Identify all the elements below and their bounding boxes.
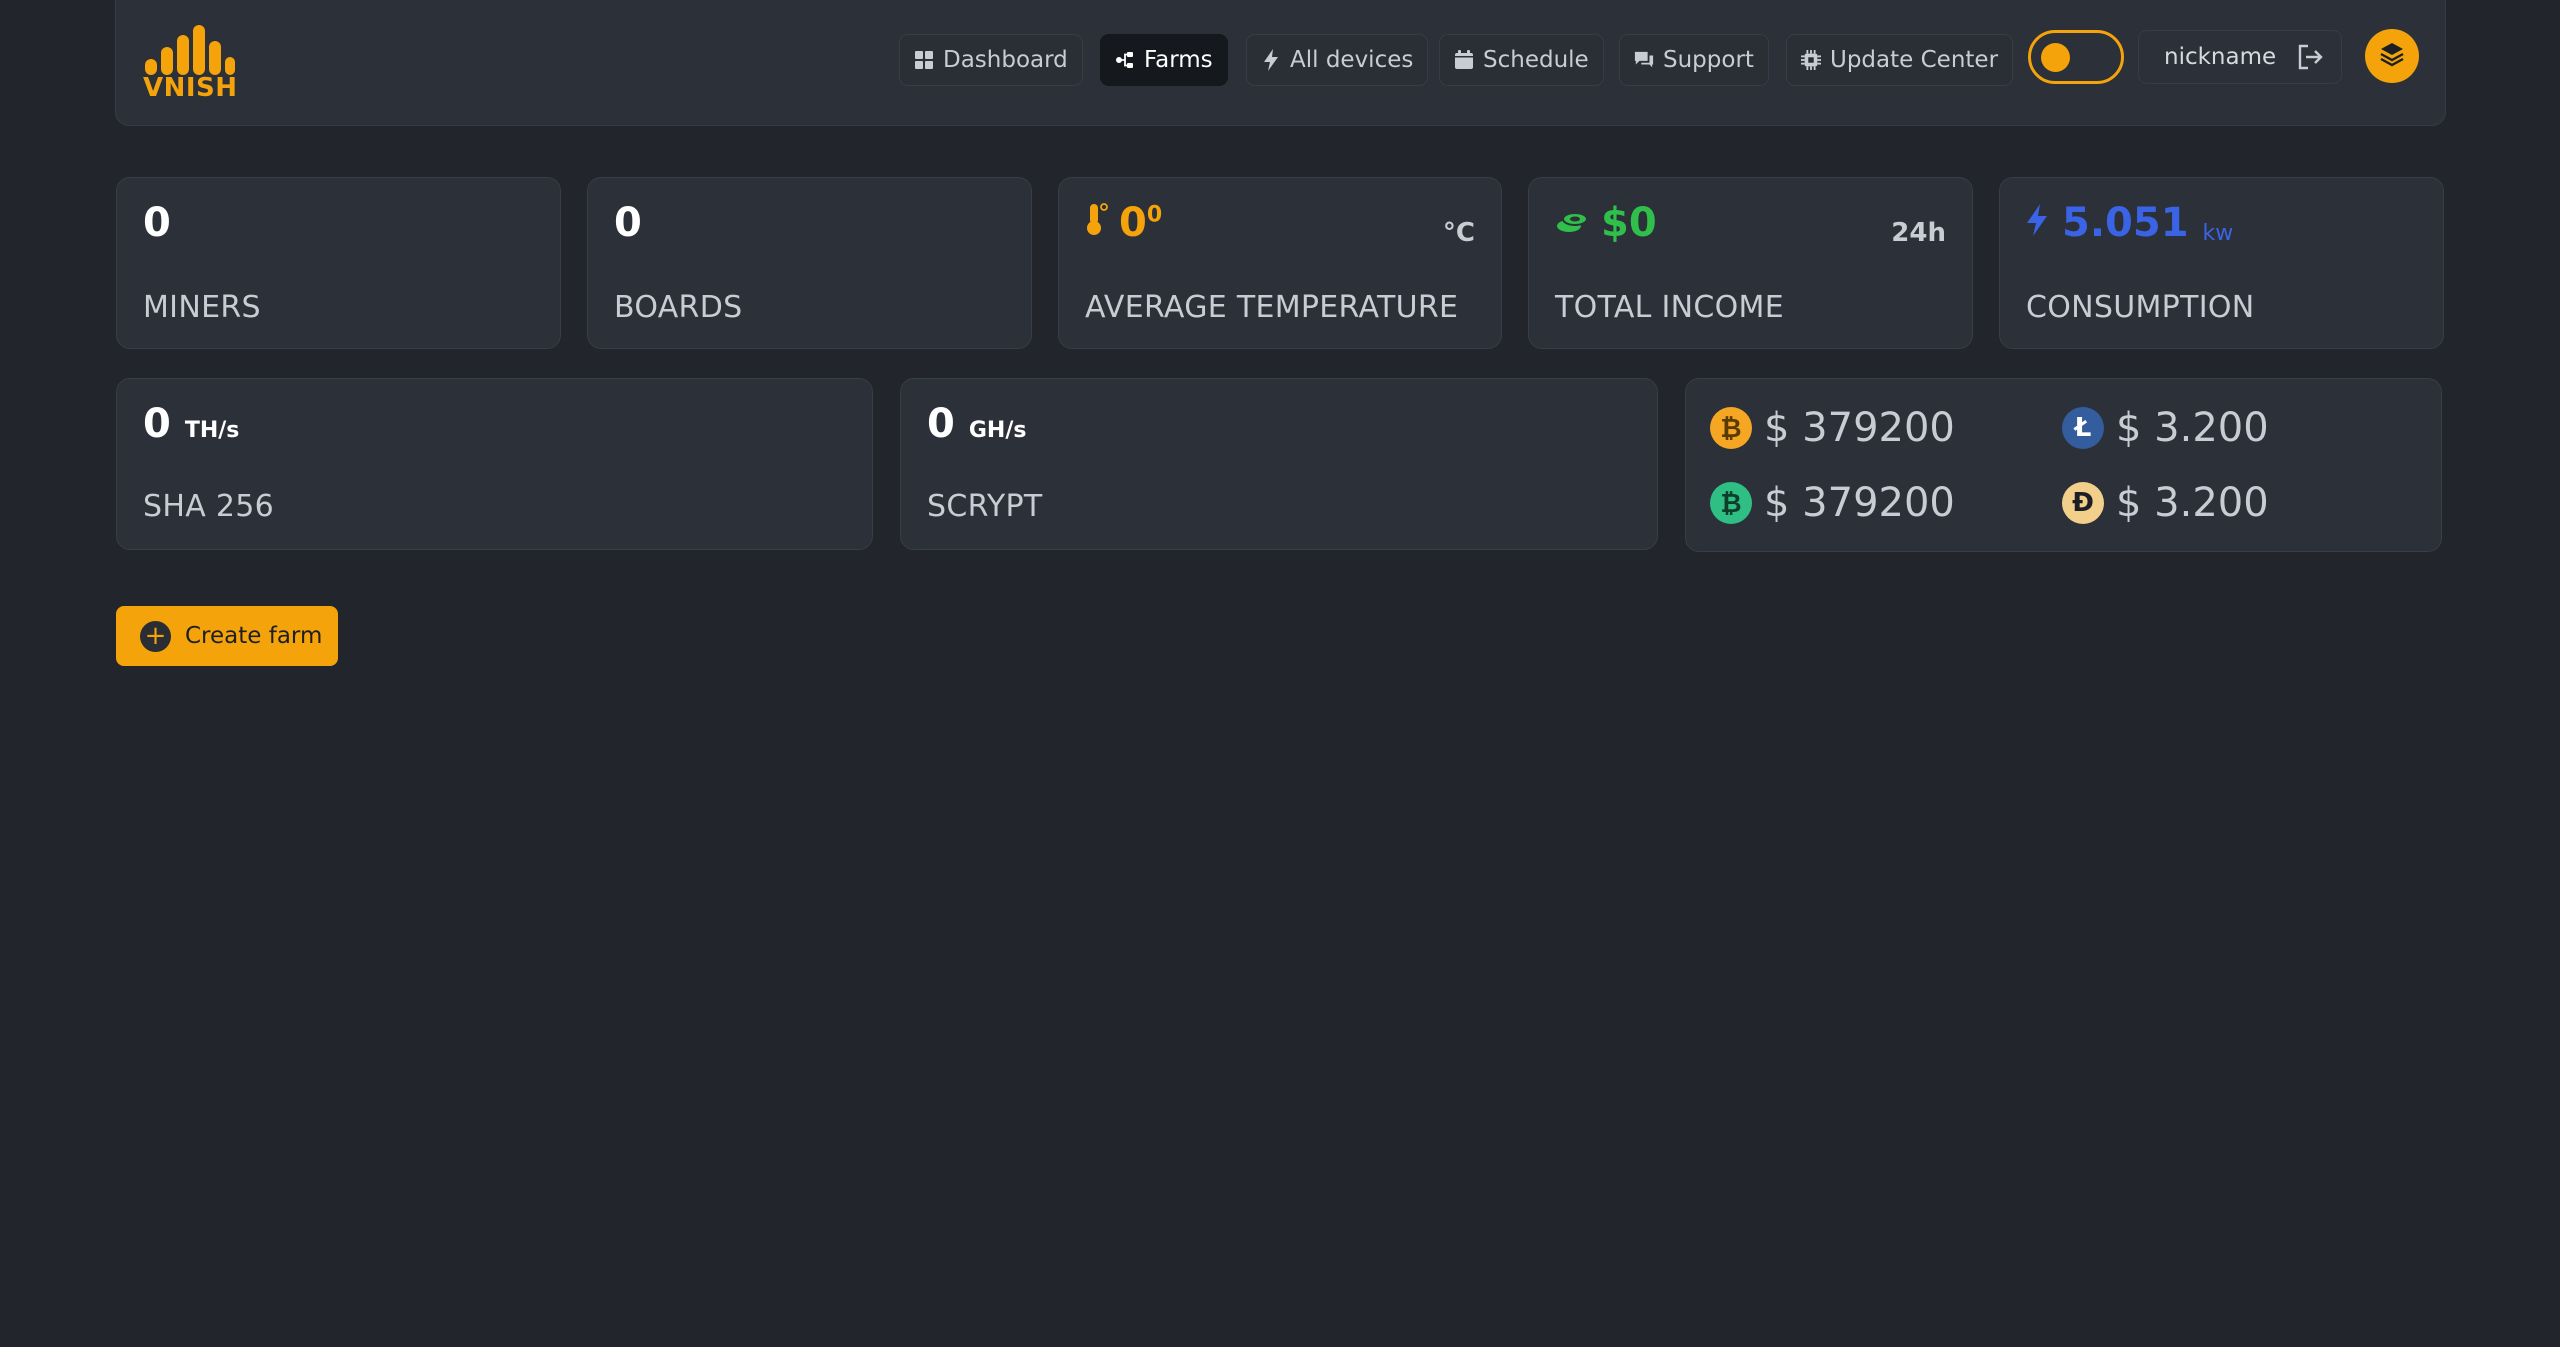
grid-icon bbox=[914, 50, 934, 70]
calendar-icon bbox=[1454, 50, 1474, 70]
scrypt-value: 0 bbox=[927, 401, 955, 447]
logout-icon[interactable] bbox=[2296, 43, 2324, 71]
temperature-label: AVERAGE TEMPERATURE bbox=[1085, 290, 1459, 325]
boards-count: 0 bbox=[614, 200, 642, 246]
nav-label: Schedule bbox=[1483, 47, 1589, 73]
consumption-value: 5.051 bbox=[2062, 200, 2189, 246]
nav-all-devices[interactable]: All devices bbox=[1246, 34, 1429, 86]
user-menu: nickname bbox=[2138, 30, 2342, 84]
chip-icon bbox=[1801, 50, 1821, 70]
nav-label: Update Center bbox=[1830, 47, 1999, 73]
toggle-knob bbox=[2041, 43, 2070, 72]
miners-label: MINERS bbox=[143, 290, 261, 325]
price-value: $ 379200 bbox=[1764, 480, 1955, 526]
sha256-unit: TH/s bbox=[184, 418, 240, 443]
sha256-value-group: 0 TH/s bbox=[143, 401, 239, 447]
temperature-sup: 0 bbox=[1146, 202, 1163, 228]
money-icon bbox=[1555, 200, 1589, 246]
nav-label: Dashboard bbox=[943, 47, 1068, 73]
temperature-card: 00 °C AVERAGE TEMPERATURE bbox=[1058, 177, 1502, 349]
top-navigation-bar: VNISH Dashboard Farms All devices Schedu… bbox=[115, 0, 2446, 126]
boards-card: 0 BOARDS bbox=[587, 177, 1032, 349]
price-value: $ 379200 bbox=[1764, 405, 1955, 451]
scrypt-value-group: 0 GH/s bbox=[927, 401, 1026, 447]
nav-label: Farms bbox=[1144, 47, 1213, 73]
price-value: $ 3.200 bbox=[2116, 405, 2269, 451]
sha256-label: SHA 256 bbox=[143, 489, 275, 524]
scrypt-unit: GH/s bbox=[968, 418, 1027, 443]
consumption-unit: kw bbox=[2202, 220, 2234, 246]
income-period: 24h bbox=[1891, 218, 1946, 248]
thermometer-icon bbox=[1085, 200, 1109, 246]
price-bitcoin-cash: ₿ $ 379200 bbox=[1710, 480, 1955, 526]
nav-update-center[interactable]: Update Center bbox=[1786, 34, 2014, 86]
price-bitcoin: ₿ $ 379200 bbox=[1710, 405, 1955, 451]
temperature-value: 0 bbox=[1119, 200, 1147, 246]
lightning-icon bbox=[2026, 200, 2048, 246]
temperature-unit: °C bbox=[1442, 218, 1475, 248]
nav-schedule[interactable]: Schedule bbox=[1439, 34, 1604, 86]
price-litecoin: Ł $ 3.200 bbox=[2062, 405, 2269, 451]
nav-support[interactable]: Support bbox=[1619, 34, 1769, 86]
consumption-value-group: 5.051 kw bbox=[2026, 200, 2233, 246]
vnish-logo[interactable]: VNISH bbox=[143, 23, 238, 103]
income-value-group: $0 bbox=[1555, 200, 1657, 246]
nav-label: All devices bbox=[1290, 47, 1414, 73]
boards-label: BOARDS bbox=[614, 290, 743, 325]
sha256-value: 0 bbox=[143, 401, 171, 447]
theme-toggle[interactable] bbox=[2028, 30, 2124, 84]
create-farm-label: Create farm bbox=[185, 623, 323, 649]
miners-card: 0 MINERS bbox=[116, 177, 561, 349]
scrypt-label: SCRYPT bbox=[927, 489, 1043, 524]
miners-count: 0 bbox=[143, 200, 171, 246]
sha256-card: 0 TH/s SHA 256 bbox=[116, 378, 873, 550]
dogecoin-icon: Ð bbox=[2062, 482, 2104, 524]
logo-mark-icon bbox=[145, 25, 235, 75]
income-value: $0 bbox=[1601, 200, 1657, 246]
chat-icon bbox=[1634, 50, 1654, 70]
plus-icon: + bbox=[140, 620, 171, 652]
price-dogecoin: Ð $ 3.200 bbox=[2062, 480, 2269, 526]
income-label: TOTAL INCOME bbox=[1555, 290, 1784, 325]
consumption-card: 5.051 kw CONSUMPTION bbox=[1999, 177, 2444, 349]
network-icon bbox=[1115, 50, 1135, 70]
scrypt-card: 0 GH/s SCRYPT bbox=[900, 378, 1658, 550]
layers-icon bbox=[2379, 41, 2405, 71]
layers-button[interactable] bbox=[2365, 29, 2419, 83]
nav-farms[interactable]: Farms bbox=[1100, 34, 1228, 86]
create-farm-button[interactable]: + Create farm bbox=[116, 606, 338, 666]
nav-dashboard[interactable]: Dashboard bbox=[899, 34, 1083, 86]
bolt-icon bbox=[1261, 49, 1281, 71]
nav-label: Support bbox=[1663, 47, 1754, 73]
bitcoin-icon: ₿ bbox=[1710, 407, 1752, 449]
income-card: $0 24h TOTAL INCOME bbox=[1528, 177, 1973, 349]
bitcoin-cash-icon: ₿ bbox=[1710, 482, 1752, 524]
litecoin-icon: Ł bbox=[2062, 407, 2104, 449]
consumption-label: CONSUMPTION bbox=[2026, 290, 2255, 325]
prices-card: ₿ $ 379200 Ł $ 3.200 ₿ $ 379200 Ð $ 3.20… bbox=[1685, 378, 2442, 552]
temperature-value-group: 00 bbox=[1085, 200, 1162, 246]
user-nickname: nickname bbox=[2164, 44, 2277, 70]
price-value: $ 3.200 bbox=[2116, 480, 2269, 526]
logo-text: VNISH bbox=[143, 73, 238, 103]
